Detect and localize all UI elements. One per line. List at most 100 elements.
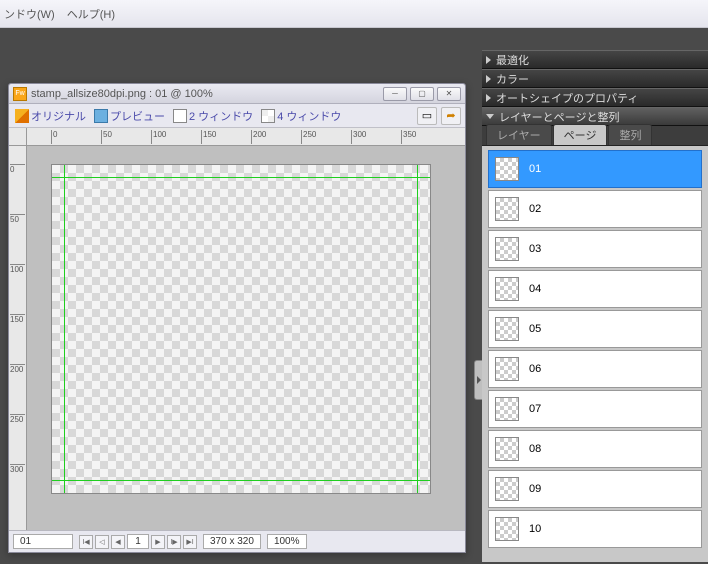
view-original[interactable]: オリジナル	[13, 108, 88, 124]
workspace: Fw stamp_allsize80dpi.png : 01 @ 100% ─ …	[0, 28, 708, 564]
document-title: stamp_allsize80dpi.png : 01 @ 100%	[31, 88, 383, 100]
page-row[interactable]: 08	[488, 430, 702, 468]
prev-page-button[interactable]: ◁	[95, 535, 109, 549]
ruler-tick: 250	[10, 414, 25, 424]
chevron-right-icon	[486, 75, 491, 83]
dimensions-field: 370 x 320	[203, 534, 261, 549]
guide-vertical[interactable]	[64, 165, 65, 493]
view-2up[interactable]: 2 ウィンドウ	[171, 108, 255, 124]
chevron-down-icon	[486, 114, 494, 119]
view-4up[interactable]: 4 ウィンドウ	[259, 108, 343, 124]
ruler-tick: 100	[151, 130, 166, 144]
page-thumbnail	[495, 157, 519, 181]
page-thumbnail	[495, 397, 519, 421]
prev-button[interactable]: ◀	[111, 535, 125, 549]
canvas-scroll-area[interactable]	[27, 146, 465, 530]
page-tool-button[interactable]: ▭	[417, 107, 437, 125]
ruler-tick: 50	[10, 214, 25, 224]
page-label: 01	[529, 163, 541, 175]
document-body: 0 50 100 150 200 250 300 350 0 50 100 150 200 250 300	[9, 128, 465, 530]
next-button[interactable]: ▶	[151, 535, 165, 549]
page-thumbnail	[495, 477, 519, 501]
tab-layer[interactable]: レイヤー	[486, 124, 552, 145]
two-window-icon	[173, 109, 187, 123]
panel-tabs: レイヤー ページ 整列	[482, 126, 708, 146]
ruler-tick: 250	[301, 130, 316, 144]
menu-window[interactable]: ンドウ(W)	[4, 6, 55, 22]
tab-align[interactable]: 整列	[608, 124, 652, 145]
document-statusbar: 01 I◀ ◁ ◀ 1 ▶ I▶ ▶I 370 x 320 100%	[9, 530, 465, 552]
page-thumbnail	[495, 237, 519, 261]
page-thumbnail	[495, 277, 519, 301]
next-page-button[interactable]: I▶	[167, 535, 181, 549]
export-button[interactable]: ➦	[441, 107, 461, 125]
page-row[interactable]: 06	[488, 350, 702, 388]
page-thumbnail	[495, 197, 519, 221]
page-row[interactable]: 05	[488, 310, 702, 348]
ruler-tick: 300	[10, 464, 25, 474]
page-navigation: I◀ ◁ ◀ 1 ▶ I▶ ▶I	[79, 534, 197, 549]
four-window-icon	[261, 109, 275, 123]
chevron-right-icon	[486, 94, 491, 102]
ruler-tick: 150	[201, 130, 216, 144]
page-thumbnail	[495, 437, 519, 461]
page-label: 03	[529, 243, 541, 255]
page-row[interactable]: 02	[488, 190, 702, 228]
page-label: 06	[529, 363, 541, 375]
minimize-button[interactable]: ─	[383, 87, 407, 101]
tab-page[interactable]: ページ	[553, 124, 608, 145]
export-icon: ➦	[446, 109, 455, 122]
first-page-button[interactable]: I◀	[79, 535, 93, 549]
ruler-tick: 200	[10, 364, 25, 374]
panel-expand-handle[interactable]	[474, 360, 482, 400]
ruler-tick: 350	[401, 130, 416, 144]
canvas[interactable]	[51, 164, 431, 494]
panel-color[interactable]: カラー	[482, 69, 708, 88]
page-row[interactable]: 07	[488, 390, 702, 428]
page-label: 05	[529, 323, 541, 335]
document-window: Fw stamp_allsize80dpi.png : 01 @ 100% ─ …	[8, 83, 466, 553]
guide-horizontal[interactable]	[52, 480, 430, 481]
page-thumbnail	[495, 317, 519, 341]
menubar: ンドウ(W) ヘルプ(H)	[0, 0, 708, 28]
page-list[interactable]: 01 02 03 04 05 06 07 08 0910	[482, 146, 708, 562]
page-row[interactable]: 09	[488, 470, 702, 508]
ruler-vertical[interactable]: 0 50 100 150 200 250 300	[9, 146, 27, 530]
panel-autoshape[interactable]: オートシェイプのプロパティ	[482, 88, 708, 107]
page-icon: ▭	[422, 109, 432, 122]
ruler-tick: 100	[10, 264, 25, 274]
zoom-field[interactable]: 100%	[267, 534, 307, 549]
guide-horizontal[interactable]	[52, 177, 430, 178]
chevron-right-icon	[486, 56, 491, 64]
page-name-field[interactable]: 01	[13, 534, 73, 549]
guide-vertical[interactable]	[417, 165, 418, 493]
close-button[interactable]: ✕	[437, 87, 461, 101]
ruler-tick: 0	[10, 164, 25, 174]
page-row[interactable]: 01	[488, 150, 702, 188]
ruler-tick: 300	[351, 130, 366, 144]
page-row[interactable]: 03	[488, 230, 702, 268]
view-preview[interactable]: プレビュー	[92, 108, 167, 124]
document-titlebar[interactable]: Fw stamp_allsize80dpi.png : 01 @ 100% ─ …	[9, 84, 465, 104]
page-thumbnail	[495, 357, 519, 381]
page-thumbnail	[495, 517, 519, 541]
image-icon	[94, 109, 108, 123]
menu-help[interactable]: ヘルプ(H)	[67, 6, 115, 22]
ruler-tick: 150	[10, 314, 25, 324]
page-row[interactable]: 04	[488, 270, 702, 308]
maximize-button[interactable]: ▢	[410, 87, 434, 101]
panel-optimize[interactable]: 最適化	[482, 50, 708, 69]
document-toolbar: オリジナル プレビュー 2 ウィンドウ 4 ウィンドウ ▭ ➦	[9, 104, 465, 128]
page-label: 04	[529, 283, 541, 295]
ruler-horizontal[interactable]: 050100150200250300350	[27, 128, 465, 146]
page-row[interactable]: 10	[488, 510, 702, 548]
ruler-tick: 50	[101, 130, 112, 144]
page-label: 07	[529, 403, 541, 415]
ruler-tick: 200	[251, 130, 266, 144]
pencil-icon	[15, 109, 29, 123]
page-label: 08	[529, 443, 541, 455]
fireworks-icon: Fw	[13, 87, 27, 101]
page-number-field[interactable]: 1	[127, 534, 149, 549]
right-panel: 最適化 カラー オートシェイプのプロパティ レイヤーとページと整列 レイヤー ペ…	[482, 50, 708, 564]
last-page-button[interactable]: ▶I	[183, 535, 197, 549]
